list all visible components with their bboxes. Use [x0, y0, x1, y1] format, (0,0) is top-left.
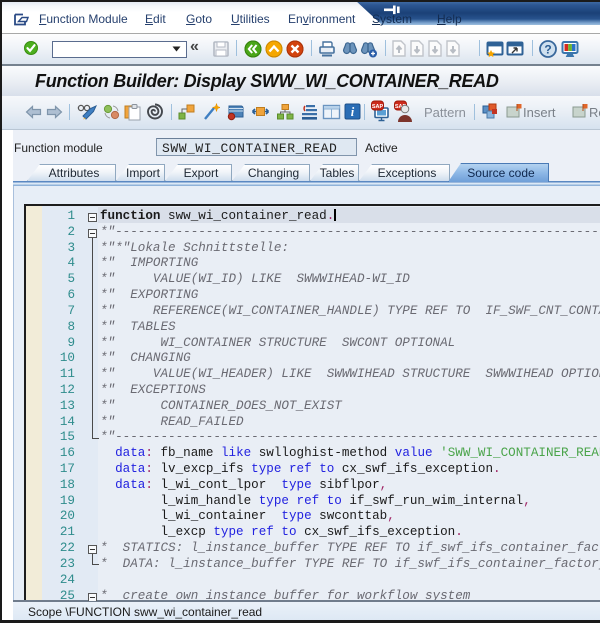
svg-text:?: ? — [544, 43, 551, 57]
svg-text:SAP: SAP — [372, 104, 384, 110]
svg-text:i: i — [351, 105, 355, 119]
